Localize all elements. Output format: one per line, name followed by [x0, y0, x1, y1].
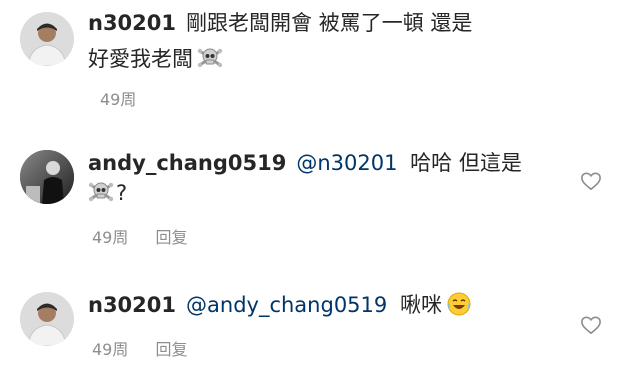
comment-text: 啾咪 — [399, 293, 442, 317]
comment-time: 49周 — [100, 90, 137, 109]
comment-meta: 49周 — [100, 86, 136, 110]
avatar[interactable] — [20, 150, 74, 204]
comment-line: 好愛我老闆 — [88, 44, 472, 74]
comment-body: n30201 @andy_chang0519 啾咪 — [88, 290, 472, 320]
comment-username[interactable]: n30201 — [88, 293, 176, 317]
comment-line: n30201 剛跟老闆開會 被罵了一頓 還是 — [88, 8, 472, 38]
user-avatar-icon — [20, 12, 74, 66]
reply-button[interactable]: 回复 — [155, 228, 187, 247]
comment-body: andy_chang0519 @n30201 哈哈 但這是 ? — [88, 148, 522, 208]
comment-meta: 49周 回复 — [92, 224, 187, 248]
comment-time: 49周 — [92, 228, 129, 247]
comment-text: 哈哈 但這是 — [410, 151, 522, 175]
reply-button[interactable]: 回复 — [155, 340, 187, 359]
comment-text: ? — [116, 181, 128, 205]
user-avatar-icon — [20, 292, 74, 346]
comment-time: 49周 — [92, 340, 129, 359]
skull-crossbones-icon — [88, 182, 114, 202]
skull-crossbones-icon — [197, 48, 223, 68]
comment-text: 好愛我老闆 — [88, 47, 193, 71]
comment-item: n30201 剛跟老闆開會 被罵了一頓 還是 好愛我老闆 49周 — [0, 0, 640, 120]
comment-item: n30201 @andy_chang0519 啾咪 49周 回复 — [0, 280, 640, 380]
comment-username[interactable]: andy_chang0519 — [88, 151, 286, 175]
comment-text: 剛跟老闆開會 被罵了一頓 還是 — [186, 11, 473, 35]
comment-line: ? — [88, 178, 522, 208]
comment-line: n30201 @andy_chang0519 啾咪 — [88, 290, 472, 320]
laughing-tears-icon — [447, 292, 471, 316]
comment-mention[interactable]: @n30201 — [296, 151, 397, 175]
comment-item: andy_chang0519 @n30201 哈哈 但這是 ? 49周 回复 — [0, 140, 640, 260]
comment-username[interactable]: n30201 — [88, 11, 176, 35]
comment-mention[interactable]: @andy_chang0519 — [186, 293, 387, 317]
comment-line: andy_chang0519 @n30201 哈哈 但這是 — [88, 148, 522, 178]
avatar[interactable] — [20, 12, 74, 66]
heart-outline-icon[interactable] — [580, 171, 602, 191]
comment-meta: 49周 回复 — [92, 336, 187, 360]
user-avatar-icon — [20, 150, 74, 204]
avatar[interactable] — [20, 292, 74, 346]
heart-outline-icon[interactable] — [580, 315, 602, 335]
comment-body: n30201 剛跟老闆開會 被罵了一頓 還是 好愛我老闆 — [88, 8, 472, 74]
